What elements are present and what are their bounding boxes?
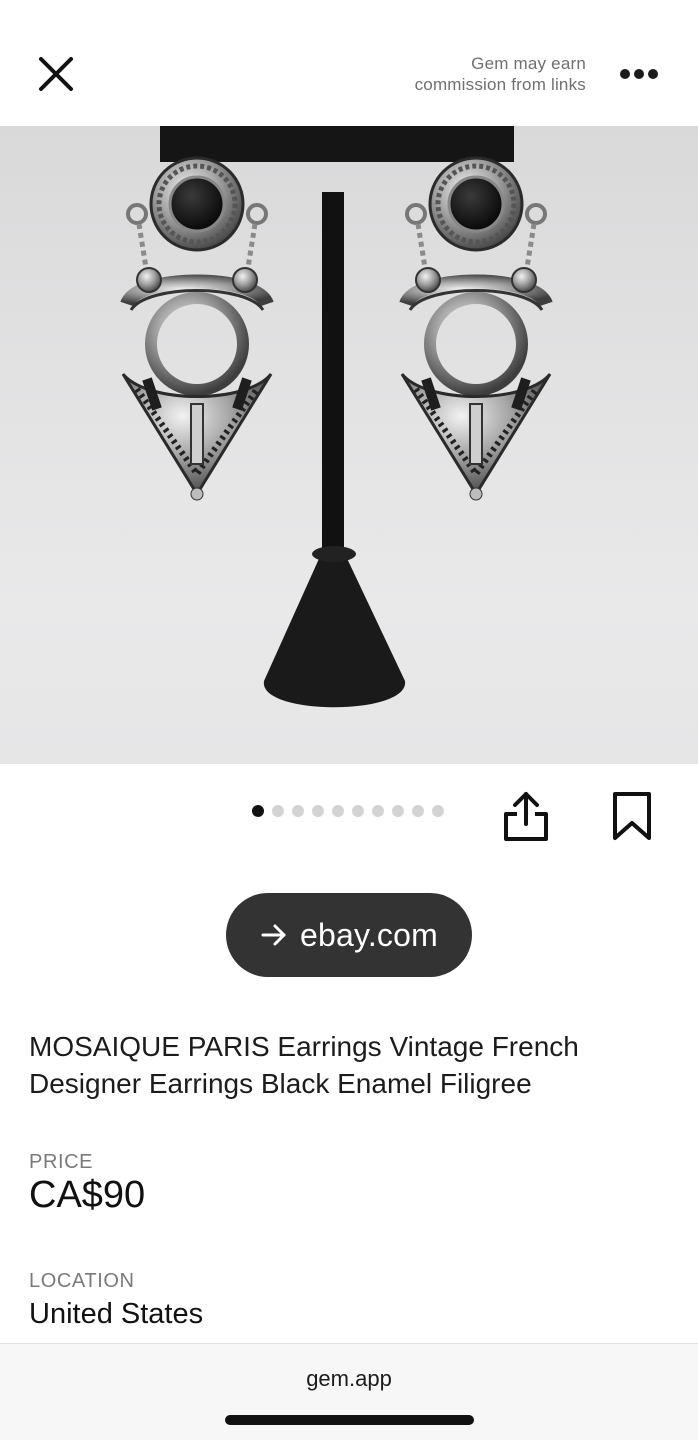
more-dot <box>648 69 658 79</box>
carousel-dot[interactable] <box>292 805 304 817</box>
commission-line-2: commission from links <box>414 75 586 94</box>
product-image[interactable] <box>0 126 698 764</box>
address-bar-url[interactable]: gem.app <box>0 1366 698 1392</box>
more-dot <box>634 69 644 79</box>
commission-line-1: Gem may earn <box>471 54 586 73</box>
carousel-dot[interactable] <box>432 805 444 817</box>
bookmark-button[interactable] <box>608 788 656 844</box>
earrings-photo <box>0 126 698 708</box>
listing-title: MOSAIQUE PARIS Earrings Vintage French D… <box>29 1031 579 1099</box>
carousel-dot[interactable] <box>332 805 344 817</box>
share-icon <box>504 792 548 841</box>
close-icon <box>39 57 73 91</box>
arrow-right-icon <box>261 924 286 946</box>
share-button[interactable] <box>500 788 552 844</box>
price-value: CA$90 <box>29 1174 146 1216</box>
more-dot <box>620 69 630 79</box>
source-label: ebay.com <box>300 916 438 953</box>
carousel-indicator[interactable] <box>252 804 444 818</box>
bookmark-icon <box>613 792 651 840</box>
price-label: PRICE <box>29 1151 94 1173</box>
more-options-button[interactable] <box>612 58 666 90</box>
visit-source-button[interactable]: ebay.com <box>226 893 472 977</box>
location-value: United States <box>29 1298 204 1330</box>
carousel-dot[interactable] <box>372 805 384 817</box>
close-button[interactable] <box>32 50 80 98</box>
carousel-dot[interactable] <box>352 805 364 817</box>
location-label: LOCATION <box>29 1270 135 1292</box>
carousel-dot[interactable] <box>272 805 284 817</box>
commission-notice: Gem may earn commission from links <box>415 53 586 95</box>
carousel-dot[interactable] <box>312 805 324 817</box>
carousel-dot-active[interactable] <box>252 805 264 817</box>
top-bar: Gem may earn commission from links <box>0 0 698 126</box>
home-indicator[interactable] <box>225 1415 474 1425</box>
carousel-dot[interactable] <box>412 805 424 817</box>
carousel-dot[interactable] <box>392 805 404 817</box>
